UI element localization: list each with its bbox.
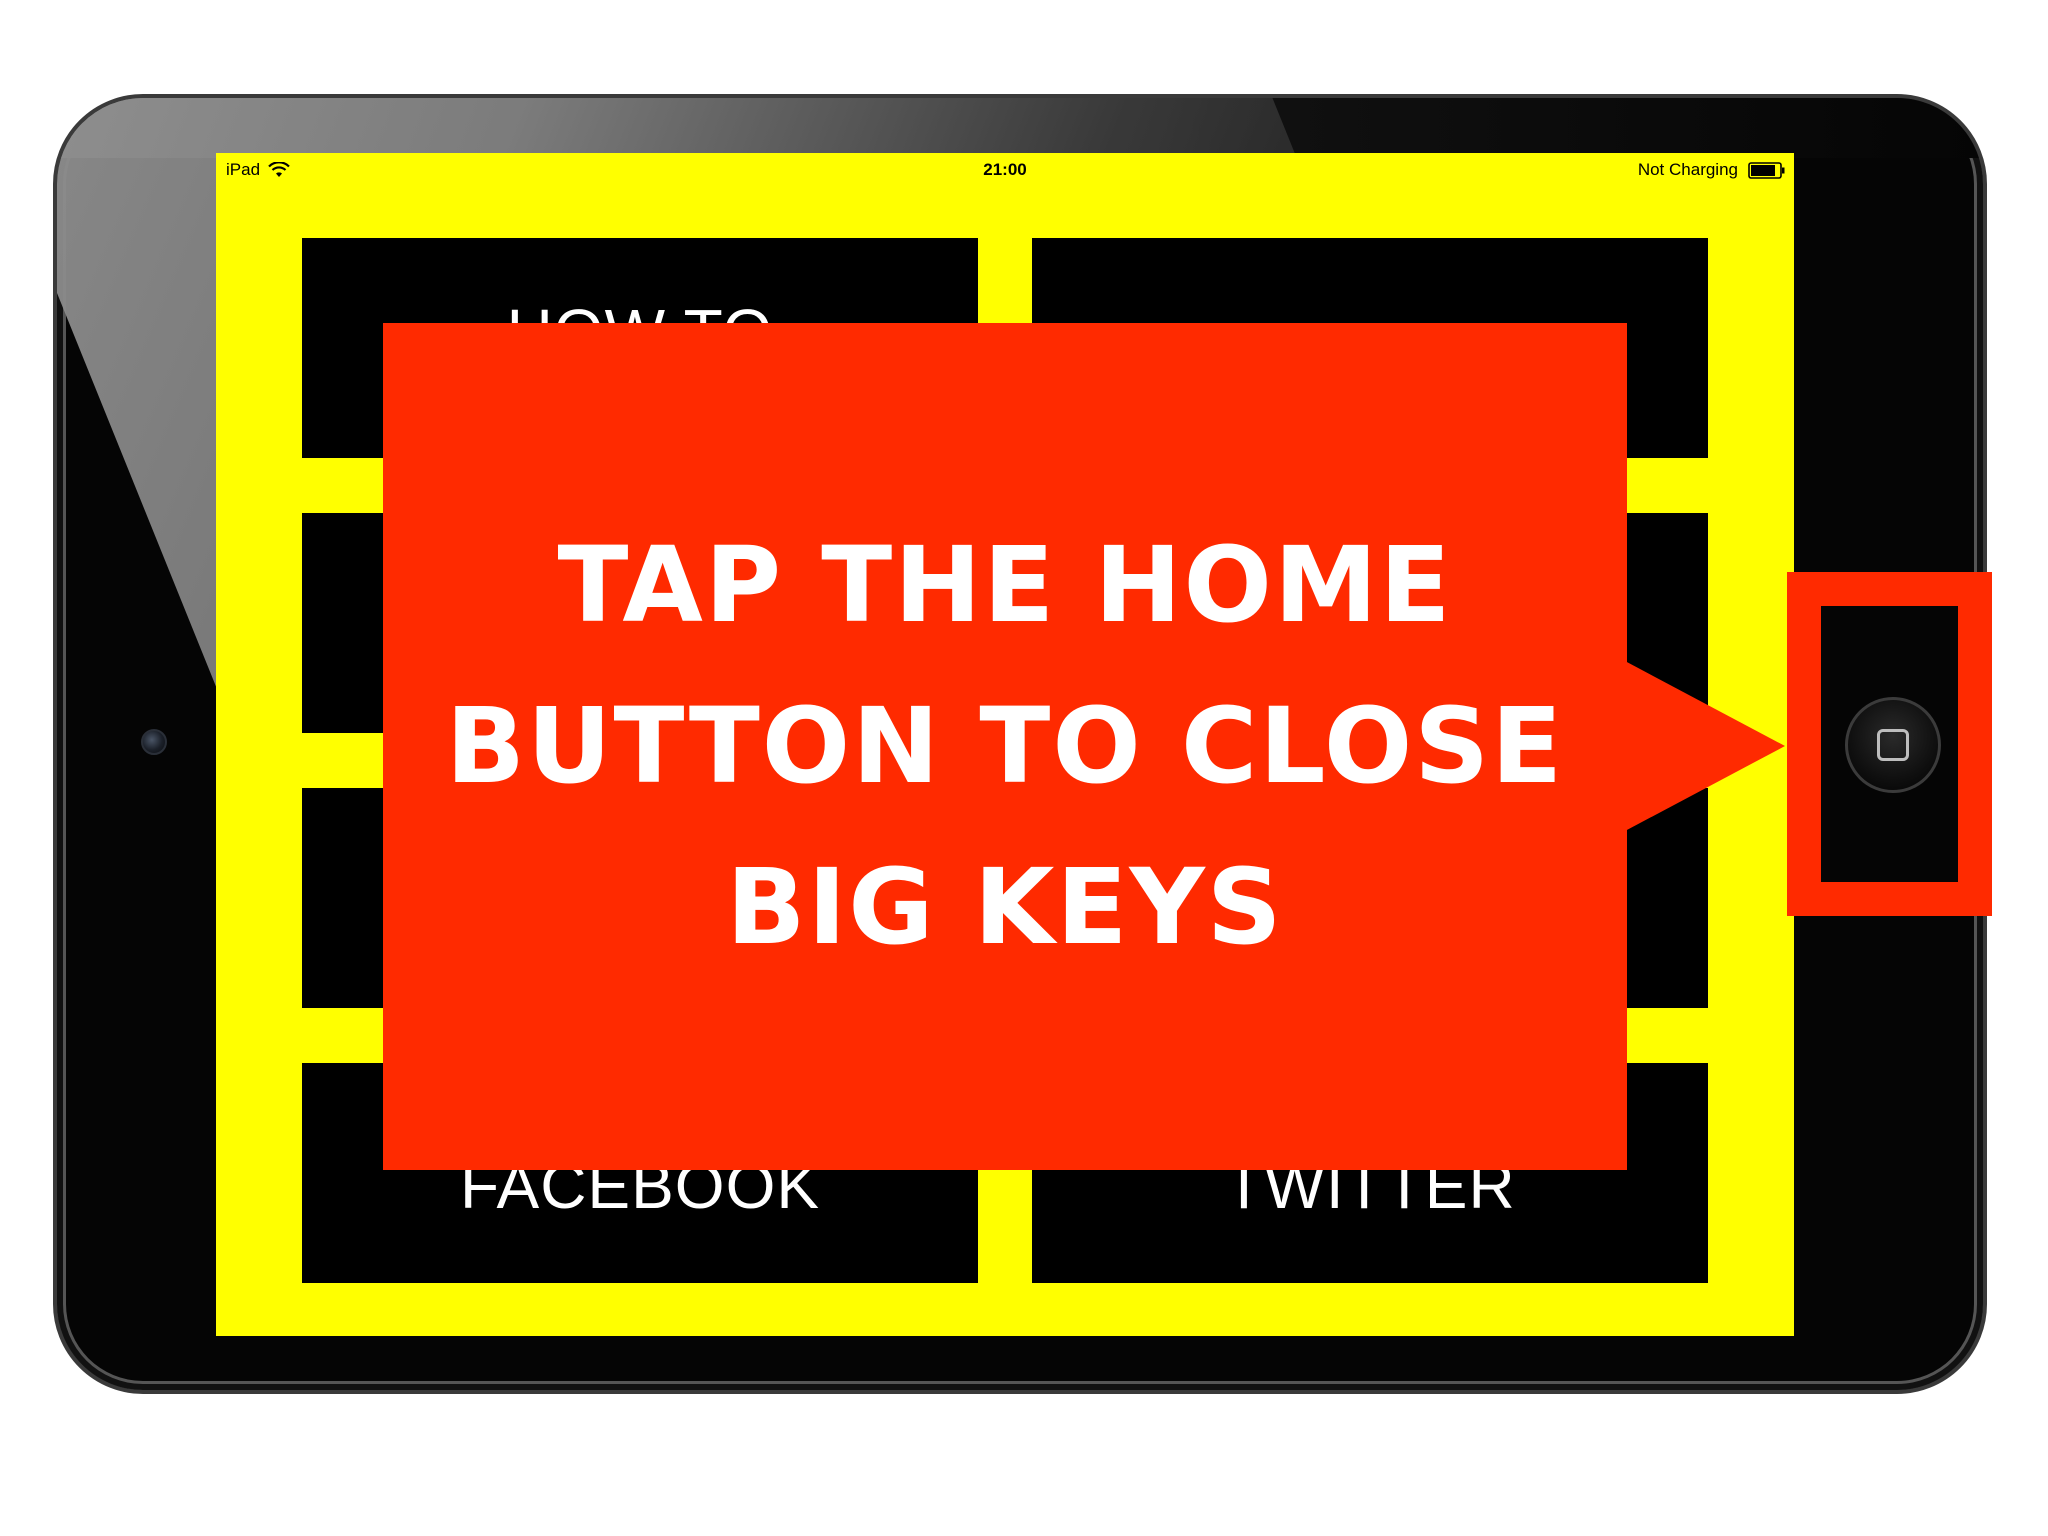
status-time: 21:00 xyxy=(983,160,1027,179)
home-button-icon xyxy=(1877,729,1909,761)
status-right: Not Charging xyxy=(1638,160,1786,180)
status-bar: iPad 21:00 Not Charging xyxy=(216,153,1794,187)
tutorial-stage: iPad 21:00 Not Charging HOW TO xyxy=(0,0,2048,1536)
charging-status: Not Charging xyxy=(1637,160,1738,179)
home-button[interactable] xyxy=(1845,697,1941,793)
instruction-callout: TAP THE HOME BUTTON TO CLOSE BIG KEYS xyxy=(383,323,1627,1170)
callout-arrow xyxy=(1625,661,1785,831)
callout-text: TAP THE HOME BUTTON TO CLOSE BIG KEYS xyxy=(445,523,1565,969)
battery-icon xyxy=(1748,161,1785,179)
front-camera xyxy=(141,729,167,755)
